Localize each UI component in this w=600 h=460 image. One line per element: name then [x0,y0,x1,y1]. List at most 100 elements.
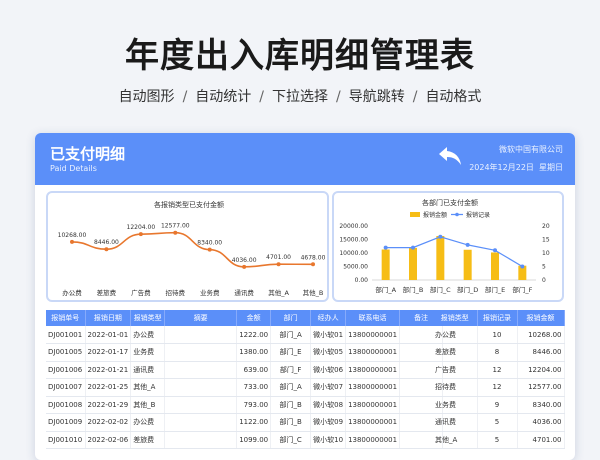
table-cell: 招待费 [433,378,478,397]
y-tick-label: 15000.00 [339,237,368,244]
table-cell [164,378,238,397]
table-cell: 13800000001 [345,396,401,414]
x-tick-label: 广告费 [131,288,151,297]
column-header[interactable]: 报销类型 [433,310,478,326]
table-row[interactable]: 办公费 10 10268.00 [433,326,565,344]
feature-item: 自动图形 [118,89,175,105]
table-row[interactable]: DJ001005 2022-01-17 业务费 1380.00 部门_E 微小软05 138… [46,343,444,362]
table-row[interactable]: DJ001009 2022-02-02 办公费 1122.00 部门_B 微小软09 138… [46,413,444,432]
table-cell: 8 [477,343,518,362]
table-row[interactable]: DJ001007 2022-01-25 其他_A 733.00 部门_A 微小软07 138… [46,378,444,397]
y2-tick-label: 20 [542,223,550,230]
back-arrow-icon[interactable] [437,145,463,167]
column-header[interactable]: 报销类型 [130,310,166,326]
x-tick-label: 其他_A [268,288,289,297]
table-cell: 2022-01-25 [85,378,132,397]
column-header[interactable]: 报销单号 [46,310,86,326]
table-cell: 微小软09 [310,413,347,432]
data-point [411,245,415,250]
bar [491,252,499,280]
x-tick-label: 通讯费 [234,288,254,297]
table-cell: 部门_B [270,396,312,414]
table-cell: 12204.00 [517,361,565,379]
table-cell [164,431,238,449]
table-cell: 10268.00 [517,326,565,344]
feature-item: 自动格式 [425,89,482,105]
table-cell: 部门_A [270,378,312,397]
data-label: 4701.00 [266,254,291,261]
table-cell: 639.00 [236,361,272,379]
table-row[interactable]: 广告费 12 12204.00 [433,361,565,379]
dept-amount-combo-chart: 各部门已支付金额报销金额 报销记录 20000.00 15000.00 10000.00… [339,198,550,294]
table-cell: 5 [477,413,518,432]
table-row[interactable]: 招待费 12 12577.00 [433,378,565,397]
table-cell: 8340.00 [517,396,565,414]
data-point [520,264,525,269]
data-point [70,239,74,244]
table-row[interactable]: DJ001010 2022-02-06 差旅费 1099.00 部门_C 微小软10 138… [46,431,444,449]
table-cell: 其他_B [130,396,166,414]
bar [381,249,390,280]
table-row[interactable]: 业务费 9 8340.00 [433,396,565,414]
column-header[interactable]: 报销金额 [517,310,565,326]
date-text: 2024年12月22日 [469,163,534,172]
x-tick-label: 业务费 [200,288,220,297]
legend-swatch-dot [455,212,459,217]
table-cell: DJ001009 [46,413,86,432]
table-cell: 1222.00 [236,326,272,344]
x-tick-label: 部门_D [457,285,478,294]
table-cell: 13800000001 [345,413,401,432]
column-header[interactable]: 摘要 [164,310,238,326]
table-row[interactable]: DJ001008 2022-01-29 其他_B 793.00 部门_B 微小软08 138… [46,396,444,414]
column-header[interactable]: 报销日期 [85,310,132,326]
feature-item: 下拉选择 [272,89,328,105]
y-tick-label: 0.00 [355,277,369,284]
table-cell: 微小软06 [310,361,347,379]
table-cell: 微小软10 [310,431,347,449]
y2-tick-label: 10 [542,250,550,257]
feature-separator: / [336,89,341,105]
table-cell: 2022-01-17 [85,343,132,362]
column-header[interactable]: 部门 [270,310,312,326]
table-row[interactable]: DJ001006 2022-01-21 通讯费 639.00 部门_F 微小软06 1380… [46,361,444,379]
table-cell: 部门_C [270,431,312,449]
bar [409,247,417,280]
table-cell: DJ001006 [46,361,86,379]
x-tick-label: 部门_F [512,285,532,294]
column-header[interactable]: 报销记录 [477,310,518,326]
column-header[interactable]: 联系电话 [345,310,401,326]
bar [463,249,472,280]
table-row[interactable]: 差旅费 8 8446.00 [433,343,565,362]
table-cell [164,343,238,362]
table-row[interactable]: 通讯费 5 4036.00 [433,413,565,432]
table-cell: 微小软01 [310,326,347,344]
table-cell: DJ001007 [46,378,86,397]
table-cell: 其他_A [130,378,166,397]
table-cell: 12577.00 [517,378,565,397]
column-header[interactable]: 经办人 [310,310,347,326]
table-cell: 2022-01-29 [85,396,132,414]
expense-detail-table: 报销单号 报销日期 报销类型 摘要 金额 部门 经办人 联系电话 备注 DJ001001 2022… [46,310,444,449]
data-label: 4678.00 [301,254,326,261]
table-cell: 793.00 [236,396,272,414]
table-cell [164,396,238,414]
column-header[interactable]: 金额 [236,310,272,326]
table-cell: 12 [477,361,518,379]
type-amount-chart-panel: 各报销类型已支付金额 10268.00 办公费 8446.00 差旅费 12204.00 广… [46,191,329,302]
table-cell: 13800000001 [345,361,401,379]
table-cell: 部门_A [270,326,312,344]
data-label: 12577.00 [161,223,190,230]
table-cell: 办公费 [433,326,478,344]
table-cell: 12 [477,378,518,397]
data-label: 10268.00 [58,232,87,239]
type-summary-table: 报销类型 报销记录 报销金额 办公费 10 10268.00 差旅费 8 8446.00 广告费… [433,310,565,449]
data-point [276,262,281,267]
weekday-text: 星期日 [539,163,563,172]
table-cell: 通讯费 [130,361,166,379]
table-cell [164,413,238,432]
table-row[interactable]: 其他_A 5 4701.00 [433,431,565,449]
table-row[interactable]: DJ001001 2022-01-01 办公费 1222.00 部门_A 微小软01 138… [46,326,444,344]
x-tick-label: 部门_B [403,285,424,294]
data-point [242,264,247,269]
table-cell: 1380.00 [236,343,272,362]
